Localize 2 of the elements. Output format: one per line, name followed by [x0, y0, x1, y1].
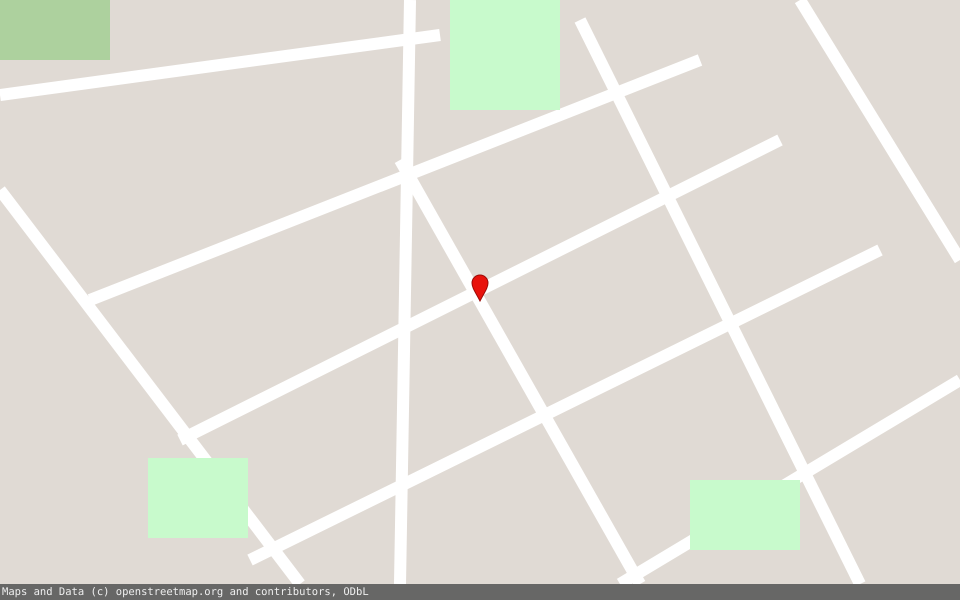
attribution-text: Maps and Data (c) openstreetmap.org and contributors, ODbL [2, 586, 369, 598]
map-marker-icon [471, 274, 489, 302]
